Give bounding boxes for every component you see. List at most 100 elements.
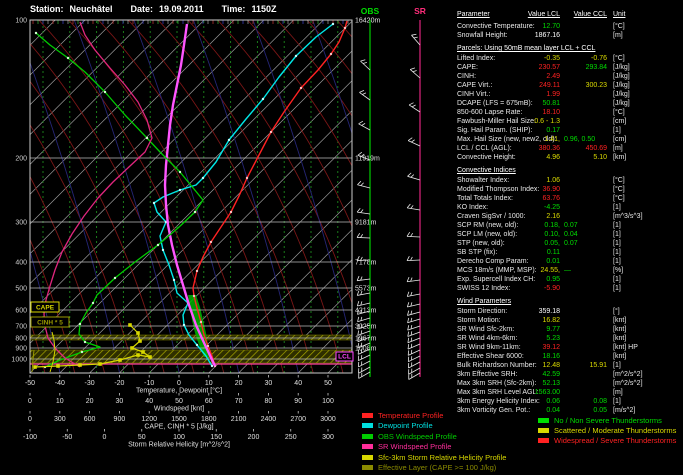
pressure-tick-label: 800 [15, 336, 27, 343]
axis-tick-label: 60 [205, 398, 213, 405]
wind-barb [408, 372, 421, 380]
axis-tick-label: 300 [322, 434, 334, 441]
temperature-marker [329, 52, 333, 56]
table-row: Effective Shear 6000: 18.16 [knt] [457, 352, 681, 361]
parameter-value: 12.48 [542, 362, 560, 369]
wind-barb [360, 59, 371, 71]
axis-tick-label: 1500 [171, 416, 187, 423]
barb-shaft [357, 317, 371, 323]
parameter-value: 12.70 [542, 23, 560, 30]
profile-legend-item: SR Windspeed Profile [362, 442, 506, 453]
barb-shaft [358, 366, 371, 374]
wind-barb [409, 67, 421, 79]
unit-label: [1] [613, 249, 621, 256]
obs-windspeed-marker [80, 350, 84, 354]
barb-flag [411, 139, 415, 143]
barb-flag [413, 36, 418, 39]
parameter-value: -0.35 [544, 55, 560, 62]
dewpoint-marker [182, 323, 186, 327]
unit-label: [°C] [613, 109, 625, 116]
unit-label: [°] [613, 308, 620, 315]
dewpoint-marker [227, 138, 231, 142]
wind-barb [357, 316, 371, 323]
parameter-label: Fawbush-Miller Hail Size: [457, 118, 536, 125]
barb-shaft [358, 123, 371, 131]
col-header-parameter: Parameter [457, 11, 490, 18]
parameter-label: SR Wind Sfc-2km: [457, 326, 515, 333]
dry-adiabat-line [187, 20, 352, 305]
barb-shaft [357, 184, 371, 189]
legend-label: Effective Layer (CAPE >= 100 J/kg) [378, 463, 497, 473]
barb-shaft [407, 325, 421, 331]
temperature-marker [195, 269, 199, 273]
barb-shaft [357, 278, 371, 282]
parameter-value: 0.06 [546, 398, 560, 405]
parameter-value: 0.01 [546, 258, 560, 265]
wind-barb [407, 310, 421, 316]
dewpoint-marker [331, 22, 335, 26]
barb-shaft [407, 279, 421, 283]
table-row: Convective Temperature: 12.70 [°C] [457, 22, 681, 31]
table-row: MCS 18m/s (MMP, MSP): 24.55, — [%] [457, 266, 681, 275]
barb-shaft [358, 360, 371, 368]
obs-windspeed-marker [193, 210, 197, 214]
wind-barb [358, 120, 371, 131]
wind-barb [407, 325, 421, 331]
wind-barb [408, 102, 421, 113]
parameter-value: 9.77 [546, 326, 560, 333]
dry-adiabat-line [217, 20, 352, 228]
section-title: Parcels: Using 50mB mean layer LCL + CCL [457, 45, 596, 52]
dewpoint-marker [261, 97, 265, 101]
parameter-value: 0.05, [544, 240, 560, 247]
table-row: Bulk Richardson Number: 12.48 15.91 [1] [457, 361, 681, 370]
srh-sfc-3km-marker [141, 350, 145, 354]
wind-barb [356, 207, 371, 215]
profile-legend-item: Temperature Profile [362, 410, 506, 421]
unit-label: [°C] [613, 186, 625, 193]
barb-shaft [358, 371, 371, 379]
dry-adiabat-line [247, 20, 352, 167]
srh-sfc-3km-marker [136, 353, 140, 357]
parameter-value: 0.96, 0.50 [564, 136, 596, 143]
parameter-value: 1.99 [546, 91, 560, 98]
unit-label: [1] [613, 204, 621, 211]
unit-label: [°C] [613, 177, 625, 184]
wind-barb [357, 180, 371, 189]
parameter-label: CAPE Virt.: [457, 82, 493, 89]
barb-flag [362, 61, 367, 64]
axis-tick-label: 2100 [231, 416, 247, 423]
unit-label: [1] [613, 240, 621, 247]
axis-tick-label: 20 [235, 380, 243, 387]
isotherm-line [30, 20, 145, 136]
unit-label: [J/kg] [613, 100, 630, 107]
unit-label: [m] [613, 389, 623, 396]
legend-label: SR Windspeed Profile [378, 442, 452, 452]
legend-label: Sfc-3km Storm Relative Helicity Profile [378, 452, 507, 462]
srh-sfc-3km-marker [56, 364, 60, 368]
table-row: 3km Energy Helicity Index: 0.06 0.08 [1] [457, 397, 681, 406]
profile-legend-item: Effective Layer (CAPE >= 100 J/kg) [362, 463, 506, 474]
barb-flag [407, 325, 410, 331]
axis-title: Storm Relative Helicity [m^2/s^2] [128, 442, 230, 449]
table-row: CINH Virt.: 1.99 [J/kg] [457, 90, 681, 99]
obs-windspeed-marker [145, 136, 149, 140]
parameter-label: CAPE: [457, 64, 479, 71]
boxed-label-lcl: LCL [338, 354, 351, 361]
unit-label: [m/s^2] [613, 407, 636, 414]
axis-tick-label: -50 [25, 380, 35, 387]
dewpoint-marker [172, 278, 176, 282]
barb-shaft [357, 292, 371, 296]
wind-barb [356, 233, 371, 239]
unit-label: [m] [613, 32, 623, 39]
parameter-label: 3km Effective SRH: [457, 371, 518, 378]
temperature-profile [192, 20, 348, 367]
wind-barb [358, 366, 371, 374]
barb-flag [410, 256, 413, 261]
table-row: SR Wind Sfc-2km: 9.77 [knt] [457, 325, 681, 334]
wind-barb [357, 354, 371, 361]
table-row: SR Wind 9km-11km: 39.12 [knt] HP [457, 343, 681, 352]
barb-flag [407, 172, 412, 177]
obs-windspeed-marker [103, 90, 107, 94]
parameter-label: MCS 18m/s (MMP, MSP): [457, 267, 537, 274]
parameter-value: 52.13 [542, 380, 560, 387]
